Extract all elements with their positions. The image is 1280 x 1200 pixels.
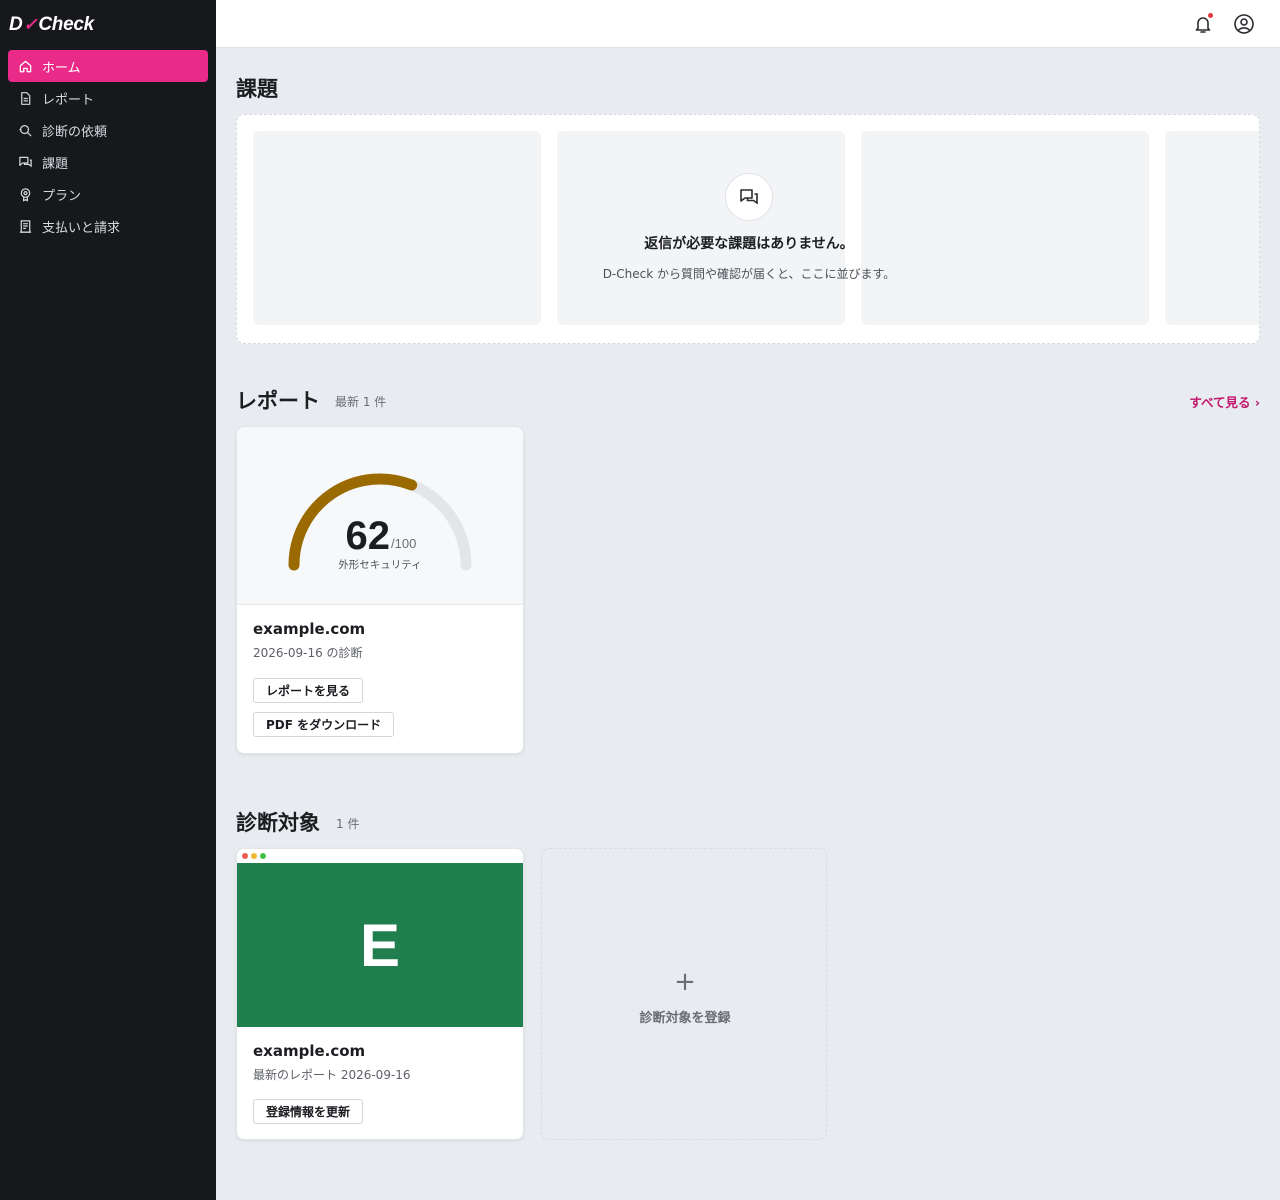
chat-icon [17,154,33,170]
empty-description: D-Check から質問や確認が届くと、ここに並びます。 [602,267,896,281]
chat-icon [725,173,773,221]
add-target-card[interactable]: + 診断対象を登録 [541,848,827,1140]
window-dot-green [260,853,266,859]
target-card[interactable]: E example.com 最新のレポート 2026-09-16 登録情報を更新 [236,848,524,1140]
score-gauge: 62 /100 外形セキュリティ [237,427,523,605]
notification-dot [1208,13,1213,18]
plus-icon: + [674,967,696,997]
site-thumbnail: E [237,863,523,1027]
download-pdf-button[interactable]: PDF をダウンロード [253,712,395,737]
receipt-icon [17,218,33,234]
targets-count: 1 件 [336,817,360,831]
sidebar-item-label: 診断の依頼 [42,124,108,140]
report-domain: example.com [253,620,366,638]
bell-icon[interactable] [1192,13,1214,35]
sidebar-item-home[interactable]: ホーム [8,50,208,82]
sidebar-item-request[interactable]: 診断の依頼 [8,114,208,146]
user-circle-icon[interactable] [1233,13,1255,35]
target-latest-report: 最新のレポート 2026-09-16 [253,1068,411,1082]
issues-title: 課題 [236,77,278,101]
sidebar-item-plan[interactable]: プラン [8,178,208,210]
sidebar-item-label: プラン [42,188,82,204]
gauge-chart: 62 /100 外形セキュリティ [288,473,472,571]
top-bar [216,0,1280,48]
sidebar-item-issues[interactable]: 課題 [8,146,208,178]
sidebar-item-label: ホーム [42,60,81,76]
score-max: /100 [391,536,416,551]
score-value: 62 [346,514,391,558]
add-target-label: 診断対象を登録 [639,1011,731,1026]
reports-title: レポート [236,389,320,413]
issues-panel: 返信が必要な課題はありません。 D-Check から質問や確認が届くと、ここに並… [236,114,1260,344]
sidebar-item-billing[interactable]: 支払いと請求 [8,210,208,242]
score-label: 外形セキュリティ [338,559,421,571]
reports-count: 最新 1 件 [335,395,387,409]
update-registration-button[interactable]: 登録情報を更新 [253,1099,364,1124]
view-report-button[interactable]: レポートを見る [253,678,364,703]
empty-title: 返信が必要な課題はありません。 [644,236,854,252]
main-content: 課題 返信が必要な課題はありません。 D-Check から質問や確認が届くと、こ… [216,48,1280,1200]
empty-state: 返信が必要な課題はありません。 D-Check から質問や確認が届くと、ここに並… [237,173,1259,282]
logo-text: Check [38,14,94,35]
target-domain: example.com [253,1042,366,1060]
window-dot-yellow [251,853,257,859]
home-icon [17,58,33,74]
sidebar: D ✓ Check ホーム レポート 診断の依頼 課題 プラン 支払いと請求 [0,0,216,1200]
sidebar-item-label: レポート [42,92,95,108]
search-scan-icon [17,122,33,138]
browser-bar [237,849,523,863]
sidebar-item-reports[interactable]: レポート [8,82,208,114]
badge-icon [17,186,33,202]
report-date: 2026-09-16 の診断 [253,646,363,660]
sidebar-item-label: 課題 [42,156,69,172]
logo-check-mark: ✓ [23,15,38,34]
document-icon [17,90,33,106]
window-dot-red [242,853,248,859]
targets-title: 診断対象 [236,811,320,835]
logo[interactable]: D ✓ Check [9,14,94,36]
see-all-link[interactable]: すべて見る › [1189,392,1260,411]
sidebar-nav: ホーム レポート 診断の依頼 課題 プラン 支払いと請求 [8,50,208,242]
report-card[interactable]: 62 /100 外形セキュリティ example.com 2026-09-16 … [236,426,524,754]
sidebar-item-label: 支払いと請求 [42,220,121,236]
logo-d: D [9,14,23,35]
